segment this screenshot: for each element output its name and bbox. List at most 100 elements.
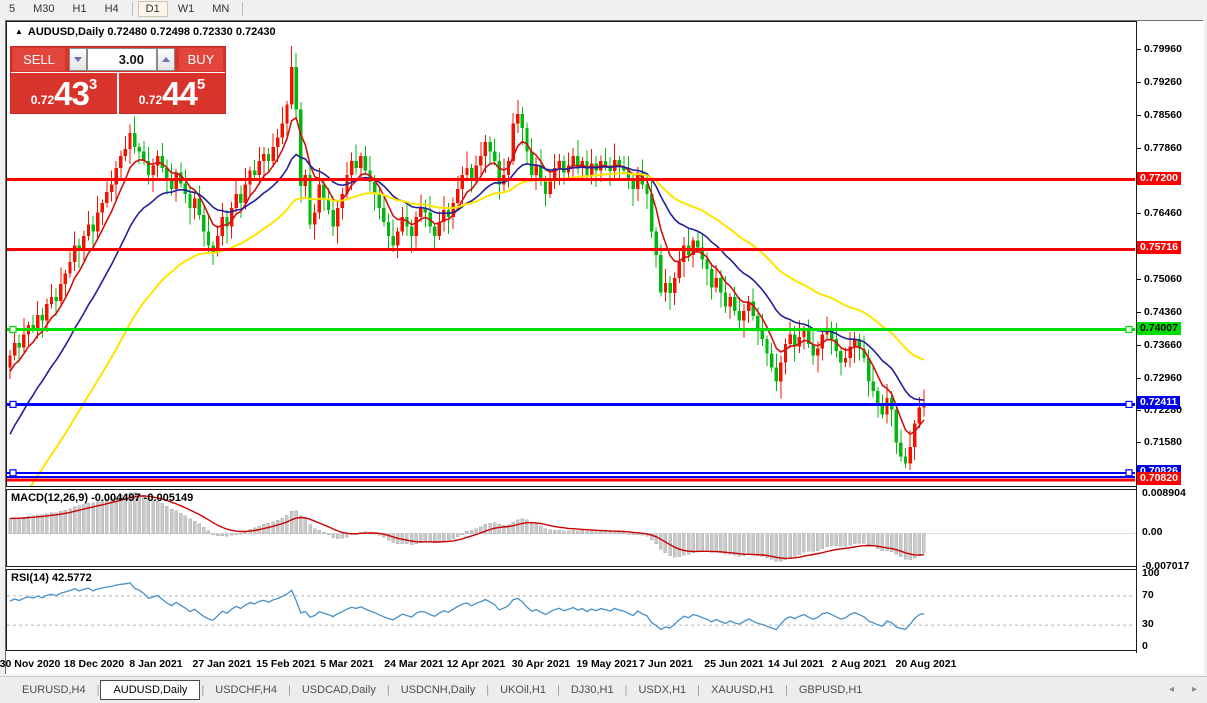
price-tick (1137, 409, 1141, 411)
price-level-badge: 0.75716 (1137, 241, 1181, 255)
tab-usdcnh[interactable]: USDCNH,Daily (391, 681, 486, 699)
date-label: 14 Jul 2021 (767, 658, 825, 670)
rsi-scale-label: 0 (1142, 640, 1148, 652)
date-label: 19 May 2021 (576, 658, 638, 670)
price-axis[interactable]: 0.79960 0.79260 0.78560 0.77860 0.76460 0.750… (1136, 21, 1204, 653)
tab-xauusd[interactable]: XAUUSD,H1 (701, 681, 784, 699)
rsi-scale-label: 30 (1142, 618, 1154, 631)
line-handle[interactable] (1125, 400, 1133, 409)
rsi-scale-label: 70 (1142, 588, 1154, 601)
time-axis[interactable]: 30 Nov 2020 18 Dec 2020 8 Jan 2021 27 Jan 2… (0, 653, 1204, 675)
price-tick (1137, 147, 1141, 149)
buy-price-sup: 5 (196, 76, 206, 93)
price-tick (1137, 311, 1141, 313)
volume-decrease-button[interactable] (69, 48, 87, 71)
rsi-pane[interactable]: RSI(14) 42.5772 (6, 569, 1136, 651)
timeframe-button-w1[interactable]: W1 (170, 1, 203, 17)
price-tick-label: 0.77860 (1144, 141, 1182, 154)
date-label: 25 Jun 2021 (704, 658, 764, 670)
line-handle[interactable] (9, 325, 17, 334)
tab-scroll-right-icon[interactable]: ▸ (1192, 684, 1197, 695)
tab-usdchf[interactable]: USDCHF,H4 (205, 681, 287, 699)
volume-increase-button[interactable] (157, 48, 175, 71)
price-tick-label: 0.79960 (1144, 43, 1182, 56)
price-tick-label: 0.73660 (1144, 338, 1182, 351)
macd-scale-label: 0.00 (1142, 526, 1163, 538)
date-label: 18 Dec 2020 (63, 658, 125, 670)
price-tick-label: 0.78560 (1144, 108, 1182, 121)
date-label: 30 Nov 2020 (0, 658, 61, 670)
price-tick (1137, 114, 1141, 116)
timeframe-button-h1[interactable]: H1 (65, 1, 95, 17)
collapse-panel-icon[interactable]: ▲ (15, 27, 23, 36)
line-handle[interactable] (9, 400, 17, 409)
chart-title: ▲ AUDUSD,Daily 0.72480 0.72498 0.72330 0.… (15, 26, 276, 38)
line-handle[interactable] (1125, 469, 1133, 477)
tab-usdcad[interactable]: USDCAD,Daily (292, 681, 386, 699)
date-label: 15 Feb 2021 (256, 658, 316, 670)
buy-price-prefix: 0.72 (138, 92, 163, 107)
rsi-scale-label: 100 (1142, 567, 1160, 579)
buy-price-button[interactable]: 0.72 44 5 (119, 73, 225, 114)
horizontal-level-line[interactable] (7, 469, 1135, 477)
price-tick-label: 0.76460 (1144, 207, 1182, 220)
sell-button[interactable]: SELL (13, 48, 65, 71)
timeframe-button-5[interactable]: 5 (1, 1, 23, 17)
date-label: 24 Mar 2021 (384, 658, 444, 670)
chart-window: ▲ AUDUSD,Daily 0.72480 0.72498 0.72330 0.… (0, 20, 1204, 675)
price-tick (1137, 82, 1141, 83)
price-level-badge: 0.72411 (1137, 396, 1181, 410)
tab-eurusd[interactable]: EURUSD,H4 (12, 681, 96, 699)
line-handle[interactable] (1125, 325, 1133, 334)
line-handle[interactable] (9, 469, 17, 477)
one-click-trading-panel: SELL BUY 0.72433 0.72445 (10, 46, 226, 114)
tab-dj30[interactable]: DJ30,H1 (561, 681, 624, 699)
tab-ukoil[interactable]: UKOil,H1 (490, 681, 556, 699)
tab-usdx[interactable]: USDX,H1 (628, 681, 696, 699)
date-label: 30 Apr 2021 (511, 658, 571, 670)
date-label: 7 Jun 2021 (639, 658, 693, 670)
price-tick-label: 0.74360 (1144, 305, 1182, 318)
spinner-up-icon (162, 57, 170, 62)
toolbar-separator (131, 2, 133, 16)
timeframe-button-m30[interactable]: M30 (25, 1, 62, 17)
chart-tab-bar: EURUSD,H4 | AUDUSD,Daily | USDCHF,H4 | USDCAD,… (0, 676, 1207, 703)
date-label: 2 Aug 2021 (831, 658, 887, 670)
price-tick (1137, 279, 1141, 281)
price-tick (1137, 377, 1141, 379)
timeframe-button-d1[interactable]: D1 (137, 1, 168, 17)
macd-scale-label: 0.008904 (1142, 487, 1186, 499)
tab-gbpusd[interactable]: GBPUSD,H1 (789, 681, 873, 699)
timeframe-toolbar: 5 M30 H1 H4 D1 W1 MN (0, 0, 1207, 18)
date-label: 12 Apr 2021 (446, 658, 506, 670)
main-chart-pane[interactable]: ▲ AUDUSD,Daily 0.72480 0.72498 0.72330 0.… (6, 21, 1136, 487)
price-level-badge: 0.74007 (1137, 321, 1181, 335)
date-label: 8 Jan 2021 (129, 658, 183, 670)
tab-audusd[interactable]: AUDUSD,Daily (100, 680, 201, 700)
date-label: 27 Jan 2021 (192, 658, 252, 670)
buy-button[interactable]: BUY (179, 48, 223, 71)
price-tick-label: 0.75060 (1144, 273, 1182, 286)
rsi-line (9, 582, 925, 631)
volume-input[interactable] (87, 48, 157, 71)
price-level-badge: 0.70820 (1137, 472, 1181, 486)
sell-price-sup: 3 (88, 76, 98, 93)
price-tick-label: 0.72960 (1144, 371, 1182, 384)
price-tick-label: 0.79260 (1144, 76, 1182, 88)
horizontal-level-line[interactable] (7, 325, 1135, 334)
sell-price-big: 43 (54, 75, 90, 112)
price-tick-label: 0.71580 (1144, 436, 1182, 449)
rsi-label: RSI(14) 42.5772 (11, 572, 92, 584)
chart-title-text: AUDUSD,Daily 0.72480 0.72498 0.72330 0.7… (27, 26, 276, 38)
horizontal-level-line[interactable] (7, 400, 1135, 409)
sell-price-button[interactable]: 0.72 43 3 (11, 73, 117, 114)
price-level-badge: 0.77200 (1137, 171, 1181, 185)
sell-price-prefix: 0.72 (30, 92, 55, 107)
moving-average-20[interactable] (9, 153, 925, 435)
price-tick (1137, 442, 1141, 444)
toolbar-separator (242, 2, 244, 16)
timeframe-button-h4[interactable]: H4 (97, 1, 127, 17)
timeframe-button-mn[interactable]: MN (204, 1, 237, 17)
tab-scroll-left-icon[interactable]: ◂ (1169, 684, 1174, 695)
macd-pane[interactable]: MACD(12,26,9) -0.004497 -0.005149 (6, 489, 1136, 567)
